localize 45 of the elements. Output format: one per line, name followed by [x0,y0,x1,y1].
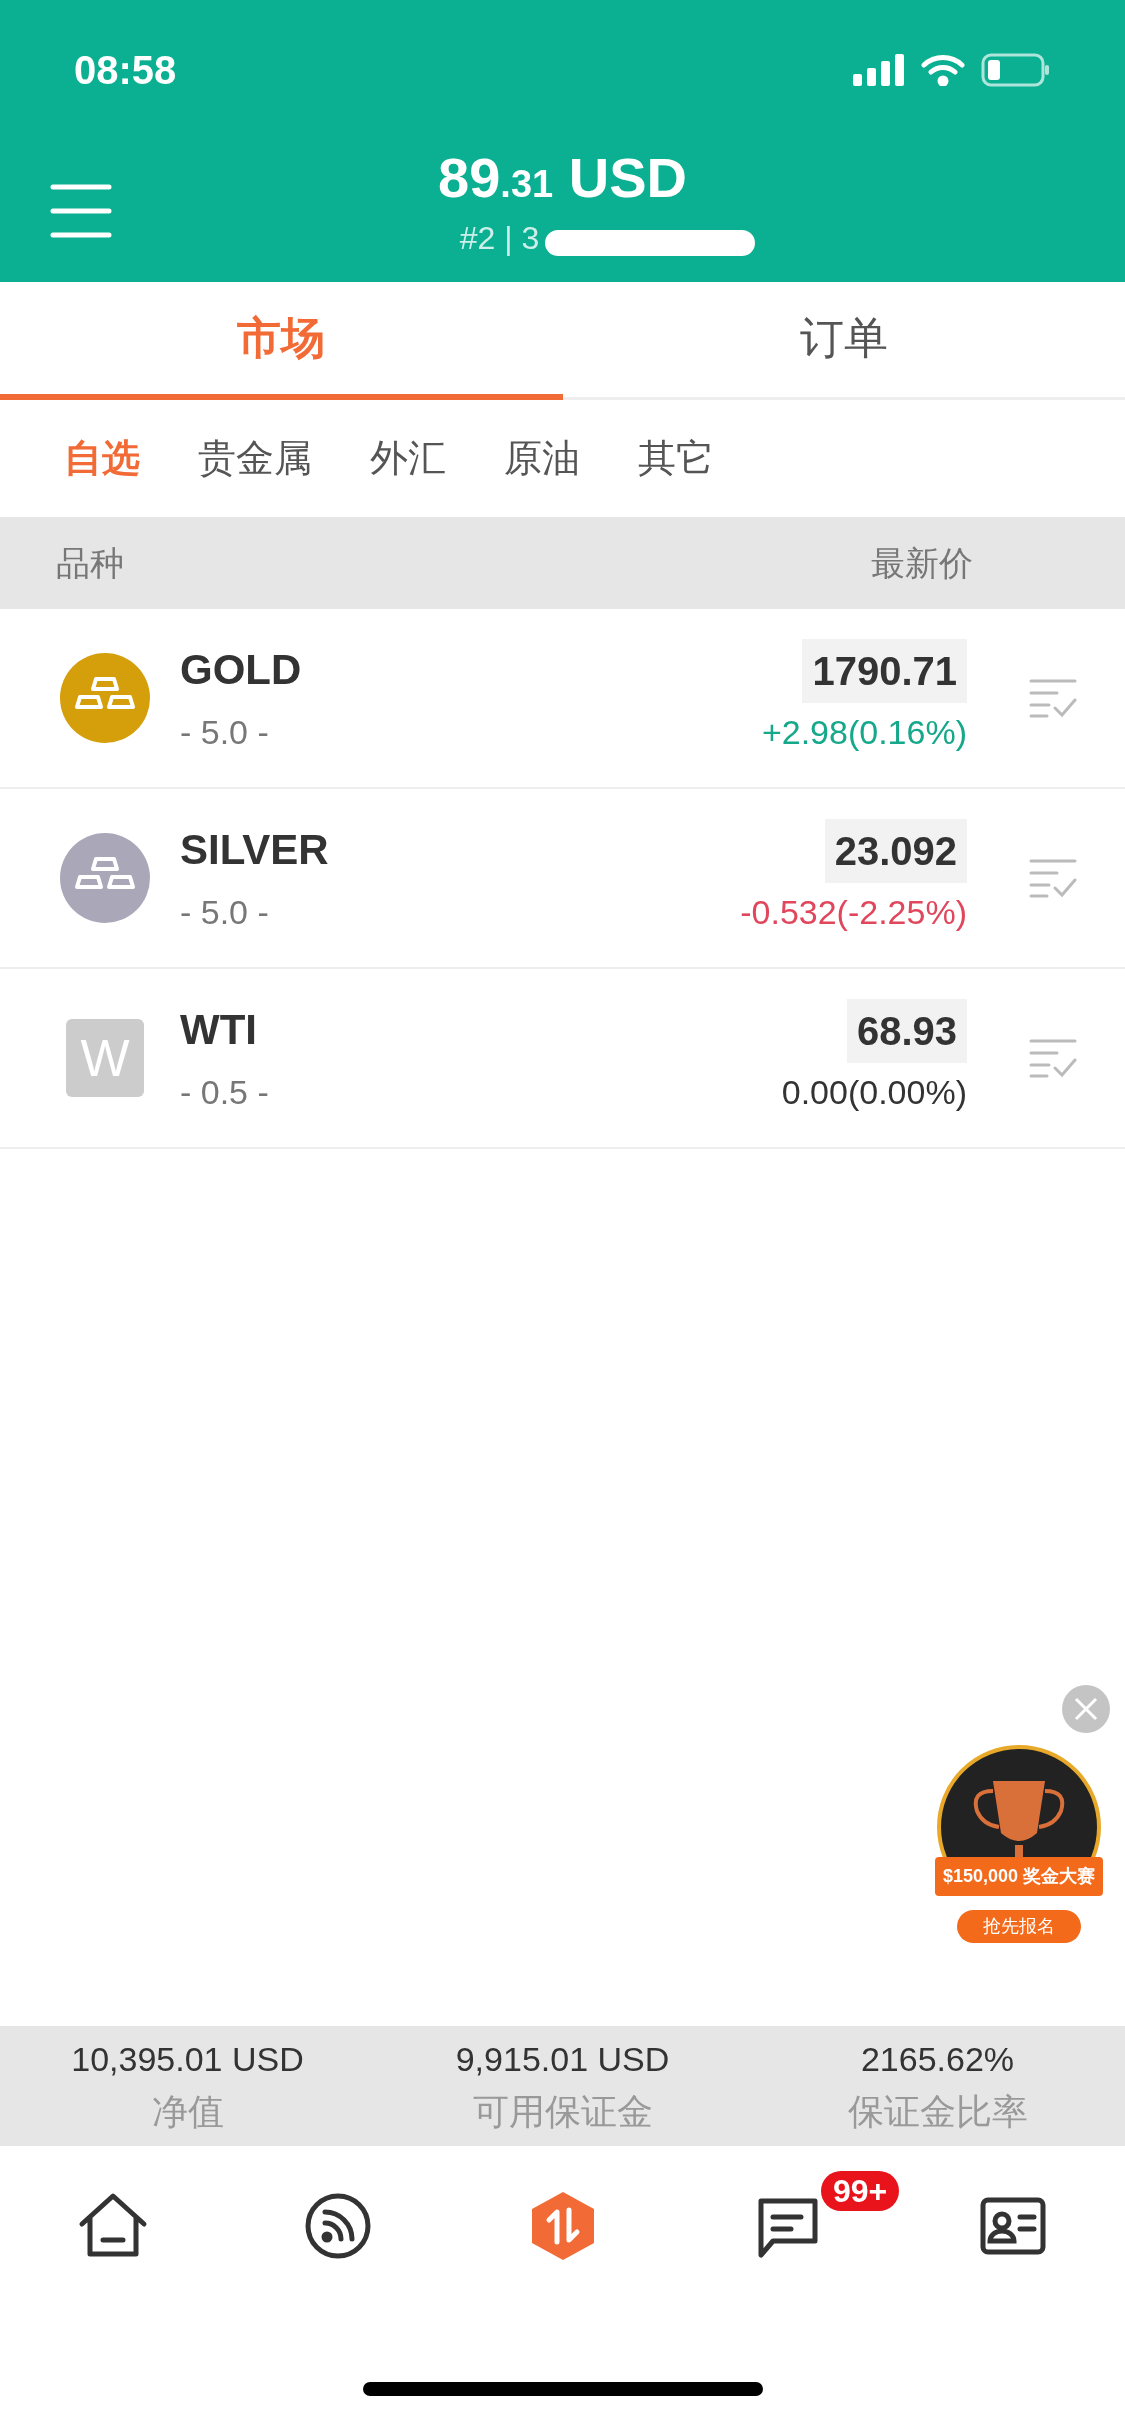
summary-value: 2165.62% [860,2038,1015,2080]
category-tab[interactable]: 其它 [638,430,714,487]
status-time: 08:58 [74,47,177,94]
prize-banner: $150,000 奖金大赛 [934,1857,1104,1896]
column-header: 品种 [56,542,124,584]
price: 68.93 [846,998,967,1063]
close-icon [1074,1697,1098,1721]
category-tab[interactable]: 原油 [504,430,580,487]
lot-size: - 5.0 - [180,892,270,933]
watchlist-check-icon[interactable] [1029,858,1077,898]
balance-amount: 89.31 USD [438,150,687,206]
instrument-row[interactable]: SILVER - 5.0 - 23.092 -0.532(-2.25%) [0,789,1125,969]
watchlist-check-icon[interactable] [1029,678,1077,718]
instrument-name: GOLD [180,645,302,695]
notification-badge: 99+ [821,2171,900,2211]
price: 1790.71 [802,638,967,703]
account-number: #2 | 3 [459,219,540,258]
column-header: 最新价 [871,542,973,584]
home-icon[interactable] [77,2192,148,2260]
watchlist-check-icon[interactable] [1029,1038,1077,1078]
profile-card-icon[interactable] [979,2197,1046,2255]
lot-size: - 0.5 - [180,1072,269,1113]
lot-size: - 5.0 - [180,712,270,753]
price: 23.092 [824,818,967,883]
summary-value: 10,395.01 USD [71,2038,304,2080]
wifi-icon [921,54,965,86]
summary-label: 净值 [151,2089,224,2134]
menu-icon[interactable] [50,183,112,239]
summary-label: 可用保证金 [472,2089,653,2134]
tab[interactable]: 订单 [562,282,1125,400]
signal-icon [853,54,905,86]
price-change: +2.98(0.16%) [761,711,967,753]
rss-feed-icon[interactable] [304,2193,371,2259]
category-tab[interactable]: 贵金属 [198,430,312,487]
price-change: 0.00(0.00%) [781,1071,967,1113]
instrument-row[interactable]: GOLD - 5.0 - 1790.71 +2.98(0.16%) [0,609,1125,789]
trade-arrows-icon[interactable] [529,2190,596,2262]
category-tab[interactable]: 外汇 [370,430,446,487]
summary-label: 保证金比率 [847,2089,1028,2134]
instrument-name: WTI [180,1005,258,1055]
instrument-name: SILVER [180,825,329,875]
price-change: -0.532(-2.25%) [740,891,967,933]
close-button[interactable] [1062,1685,1110,1733]
battery-icon [981,53,1051,87]
summary-value: 9,915.01 USD [455,2038,670,2080]
